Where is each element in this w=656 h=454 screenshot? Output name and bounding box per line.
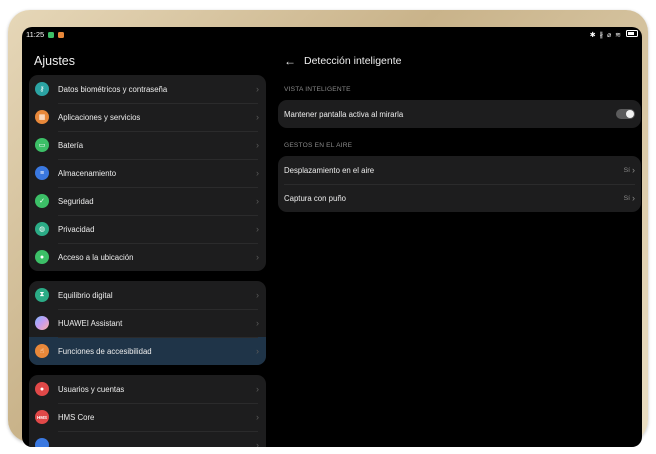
settings-item-label: Aplicaciones y servicios	[58, 112, 141, 122]
chevron-right-icon: ›	[256, 384, 259, 394]
grab-screenshot-value: Sí	[623, 194, 630, 202]
storage-icon: ≡	[35, 166, 49, 180]
time-text: 11:25	[26, 30, 45, 39]
battery-icon	[626, 30, 638, 37]
settings-item-label: Seguridad	[58, 196, 94, 206]
settings-item[interactable]: ☝ Funciones de accesibilidad ›	[29, 337, 266, 365]
settings-group-3: ● Usuarios y cuentas › HMS HMS Core › ›	[29, 375, 266, 447]
detail-header: ← Detección inteligente	[284, 54, 401, 68]
toggle-knob	[626, 110, 634, 118]
location-icon: ●	[35, 250, 49, 264]
settings-item[interactable]: HUAWEI Assistant ›	[29, 309, 266, 337]
chevron-right-icon: ›	[256, 440, 259, 447]
chevron-right-icon: ›	[256, 346, 259, 356]
chevron-right-icon: ›	[632, 193, 635, 203]
settings-item-label: Batería	[58, 140, 84, 150]
status-icons: ✱ ∦ ⌀ ≋	[590, 30, 638, 39]
settings-item-label: Equilibrio digital	[58, 290, 113, 300]
user-icon: ●	[35, 382, 49, 396]
key-icon: ⚷	[35, 82, 49, 96]
page-title: Ajustes	[34, 54, 75, 68]
settings-item[interactable]: ⧗ Equilibrio digital ›	[29, 281, 266, 309]
partial-icon	[35, 438, 49, 447]
settings-group-1: ⚷ Datos biométricos y contraseña › ▦ Aplicac…	[29, 75, 266, 271]
section-smart-view: VISTA INTELIGENTE	[284, 86, 351, 93]
settings-item[interactable]: ≡ Almacenamiento ›	[29, 159, 266, 187]
tablet-frame: 11:25 ✱ ∦ ⌀ ≋ Ajustes ⚷ Datos biométricos…	[8, 10, 648, 447]
settings-item-label: Usuarios y cuentas	[58, 384, 125, 394]
air-gestures-card: Desplazamiento en el aire Sí › Captura c…	[278, 156, 641, 212]
settings-item-label: Acceso a la ubicación	[58, 252, 134, 262]
keep-screen-on-row[interactable]: Mantener pantalla activa al mirarla	[278, 100, 641, 128]
chevron-right-icon: ›	[256, 140, 259, 150]
status-bar: 11:25 ✱ ∦ ⌀ ≋	[22, 27, 642, 41]
settings-item[interactable]: ● Usuarios y cuentas ›	[29, 375, 266, 403]
grab-screenshot-row[interactable]: Captura con puño Sí ›	[278, 184, 641, 212]
settings-item-label: HUAWEI Assistant	[58, 318, 123, 328]
assistant-icon	[35, 316, 49, 330]
chevron-right-icon: ›	[256, 112, 259, 122]
chevron-right-icon: ›	[256, 224, 259, 234]
privacy-icon: ◍	[35, 222, 49, 236]
chevron-right-icon: ›	[256, 252, 259, 262]
settings-item-label: Privacidad	[58, 224, 95, 234]
air-scroll-row[interactable]: Desplazamiento en el aire Sí ›	[278, 156, 641, 184]
chevron-right-icon: ›	[256, 412, 259, 422]
keep-screen-on-label: Mantener pantalla activa al mirarla	[284, 109, 404, 119]
battery-icon: ▭	[35, 138, 49, 152]
settings-item[interactable]: ◍ Privacidad ›	[29, 215, 266, 243]
settings-item-label: Almacenamiento	[58, 168, 117, 178]
chevron-right-icon: ›	[256, 168, 259, 178]
settings-group-2: ⧗ Equilibrio digital › HUAWEI Assistant › ☝ Fu…	[29, 281, 266, 365]
notification-app-icon	[48, 32, 55, 38]
settings-item[interactable]: ⚷ Datos biométricos y contraseña ›	[29, 75, 266, 103]
status-time: 11:25	[26, 30, 65, 39]
settings-item[interactable]: ›	[29, 431, 266, 447]
detail-title: Detección inteligente	[304, 55, 402, 67]
settings-item-label: HMS Core	[58, 412, 95, 422]
chevron-right-icon: ›	[632, 165, 635, 175]
chevron-right-icon: ›	[256, 196, 259, 206]
grab-screenshot-label: Captura con puño	[284, 193, 346, 203]
notification-app-icon	[58, 32, 65, 38]
settings-item[interactable]: ● Acceso a la ubicación ›	[29, 243, 266, 271]
air-scroll-label: Desplazamiento en el aire	[284, 165, 375, 175]
settings-item-label: Datos biométricos y contraseña	[58, 84, 168, 94]
settings-item[interactable]: ▭ Batería ›	[29, 131, 266, 159]
hourglass-icon: ⧗	[35, 288, 49, 302]
settings-item[interactable]: HMS HMS Core ›	[29, 403, 266, 431]
settings-item[interactable]: ✓ Seguridad ›	[29, 187, 266, 215]
air-scroll-value: Sí	[623, 166, 630, 174]
shield-check-icon: ✓	[35, 194, 49, 208]
section-air-gestures: GESTOS EN EL AIRE	[284, 142, 353, 149]
settings-item[interactable]: ▦ Aplicaciones y servicios ›	[29, 103, 266, 131]
settings-item-label: Funciones de accesibilidad	[58, 346, 152, 356]
chevron-right-icon: ›	[256, 84, 259, 94]
apps-icon: ▦	[35, 110, 49, 124]
hms-icon: HMS	[35, 410, 49, 424]
screen: 11:25 ✱ ∦ ⌀ ≋ Ajustes ⚷ Datos biométricos…	[22, 27, 642, 447]
smart-view-card: Mantener pantalla activa al mirarla	[278, 100, 641, 128]
chevron-right-icon: ›	[256, 290, 259, 300]
system-status-icons: ✱ ∦ ⌀ ≋	[589, 32, 623, 39]
hand-icon: ☝	[35, 344, 49, 358]
chevron-right-icon: ›	[256, 318, 259, 328]
keep-screen-on-toggle[interactable]	[616, 109, 635, 119]
back-arrow-icon[interactable]: ←	[284, 54, 296, 68]
